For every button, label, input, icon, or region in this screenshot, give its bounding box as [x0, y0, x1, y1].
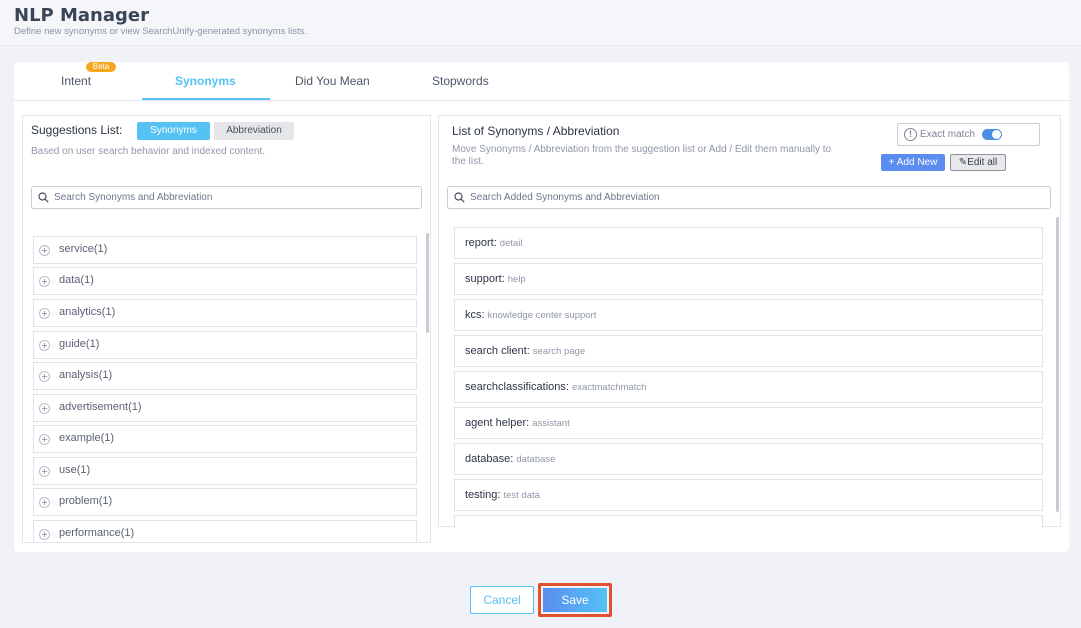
synonym-row[interactable]: support: help [454, 263, 1043, 295]
plus-icon: + [888, 157, 897, 168]
abbreviation-chip[interactable]: Abbreviation [214, 122, 294, 140]
suggestion-item[interactable]: problem(1) [33, 488, 417, 516]
synonym-term: kcs: knowledge center support [465, 309, 597, 321]
page-subtitle: Define new synonyms or view SearchUnify-… [14, 26, 308, 37]
add-circle-icon[interactable] [39, 497, 50, 508]
suggestions-list: service(1) data(1) analytics(1) guide(1)… [33, 236, 417, 542]
edit-all-label: Edit all [967, 157, 998, 168]
suggestion-label: guide(1) [59, 338, 100, 350]
suggestion-item[interactable]: analysis(1) [33, 362, 417, 390]
synonym-value: help [507, 274, 526, 285]
exact-match-label: Exact match [920, 129, 976, 140]
cancel-button[interactable]: Cancel [470, 586, 534, 614]
synonym-row[interactable] [454, 515, 1043, 528]
suggestion-label: problem(1) [59, 495, 113, 507]
synonym-value: database [516, 454, 556, 465]
suggestions-description: Based on user search behavior and indexe… [31, 146, 266, 157]
save-button-highlight: Save [538, 583, 612, 617]
add-circle-icon[interactable] [39, 276, 50, 287]
suggestion-label: service(1) [59, 243, 108, 255]
synonyms-scrollbar[interactable] [1056, 217, 1059, 512]
edit-all-button[interactable]: ✎Edit all [950, 154, 1006, 171]
synonyms-list-title: List of Synonyms / Abbreviation [452, 124, 620, 138]
synonym-value: exactmatchmatch [571, 382, 647, 393]
suggestion-item[interactable]: service(1) [33, 236, 417, 264]
suggestion-item[interactable]: example(1) [33, 425, 417, 453]
suggestion-item[interactable]: use(1) [33, 457, 417, 485]
added-synonyms-search-input[interactable] [470, 189, 1042, 206]
add-circle-icon[interactable] [39, 308, 50, 319]
synonyms-list-description: Move Synonyms / Abbreviation from the su… [452, 144, 832, 167]
pencil-icon: ✎ [958, 157, 968, 168]
synonym-row[interactable]: kcs: knowledge center support [454, 299, 1043, 331]
suggestion-label: performance(1) [59, 527, 135, 539]
synonym-value: test data [503, 490, 540, 501]
synonym-row[interactable]: searchclassifications: exactmatchmatch [454, 371, 1043, 403]
suggestion-label: example(1) [59, 432, 115, 444]
suggestion-label: analysis(1) [59, 369, 113, 381]
synonym-term: searchclassifications: exactmatchmatch [465, 381, 647, 393]
suggestion-label: analytics(1) [59, 306, 116, 318]
suggestion-item[interactable]: performance(1) [33, 520, 417, 542]
add-circle-icon[interactable] [39, 245, 50, 256]
synonyms-chip[interactable]: Synonyms [137, 122, 210, 140]
page-title: NLP Manager [14, 5, 149, 26]
beta-badge: Beta [86, 62, 116, 72]
suggestion-item[interactable]: data(1) [33, 267, 417, 295]
add-circle-icon[interactable] [39, 371, 50, 382]
suggestion-label: data(1) [59, 274, 94, 286]
synonym-term [465, 525, 468, 528]
add-circle-icon[interactable] [39, 403, 50, 414]
synonym-value: knowledge center support [487, 310, 597, 321]
suggestions-search[interactable] [31, 186, 422, 209]
page-header: NLP Manager Define new synonyms or view … [0, 0, 1081, 46]
synonym-row[interactable]: database: database [454, 443, 1043, 475]
synonym-term: search client: search page [465, 345, 586, 357]
suggestions-panel: Suggestions List: Synonyms Abbreviation … [22, 115, 431, 543]
search-icon [454, 192, 465, 203]
save-button[interactable]: Save [543, 588, 607, 612]
exact-match-toggle[interactable] [982, 129, 1002, 140]
suggestion-item[interactable]: analytics(1) [33, 299, 417, 327]
suggestion-item[interactable]: advertisement(1) [33, 394, 417, 422]
add-circle-icon[interactable] [39, 529, 50, 540]
synonym-term: support: help [465, 273, 526, 285]
info-icon[interactable]: ! [904, 128, 917, 141]
synonym-row[interactable]: report: detail [454, 227, 1043, 259]
add-new-button[interactable]: + Add New [881, 154, 945, 171]
add-circle-icon[interactable] [39, 466, 50, 477]
synonym-value: assistant [532, 418, 570, 429]
tab-did-you-mean[interactable]: Did You Mean [295, 74, 370, 88]
add-new-label: Add New [896, 157, 938, 168]
nlp-card: Intent Beta Synonyms Did You Mean Stopwo… [14, 62, 1069, 552]
added-synonyms-search[interactable] [447, 186, 1051, 209]
tab-intent[interactable]: Intent [61, 74, 91, 88]
suggestion-item[interactable]: guide(1) [33, 331, 417, 359]
synonym-row[interactable]: agent helper: assistant [454, 407, 1043, 439]
synonym-term: testing: test data [465, 489, 540, 501]
add-circle-icon[interactable] [39, 340, 50, 351]
search-icon [38, 192, 49, 203]
synonym-value: search page [532, 346, 586, 357]
synonym-term: database: database [465, 453, 556, 465]
suggestion-label: use(1) [59, 464, 91, 476]
suggestions-search-input[interactable] [54, 189, 413, 206]
tab-stopwords[interactable]: Stopwords [432, 74, 489, 88]
synonym-row[interactable]: search client: search page [454, 335, 1043, 367]
synonym-value: detail [499, 238, 523, 249]
active-tab-indicator [142, 98, 270, 100]
synonym-term: agent helper: assistant [465, 417, 570, 429]
suggestions-scrollbar[interactable] [426, 233, 429, 333]
synonym-term: report: detail [465, 237, 523, 249]
synonyms-list: report: detail support: help kcs: knowledge… [454, 227, 1044, 528]
add-circle-icon[interactable] [39, 434, 50, 445]
tab-synonyms[interactable]: Synonyms [175, 74, 236, 88]
exact-match-control: ! Exact match [897, 123, 1040, 146]
tab-bar: Intent Beta Synonyms Did You Mean Stopwo… [14, 62, 1069, 101]
synonym-row[interactable]: testing: test data [454, 479, 1043, 511]
synonyms-panel: List of Synonyms / Abbreviation Move Syn… [438, 115, 1061, 528]
suggestions-title: Suggestions List: [31, 123, 123, 137]
suggestion-label: advertisement(1) [59, 401, 142, 413]
